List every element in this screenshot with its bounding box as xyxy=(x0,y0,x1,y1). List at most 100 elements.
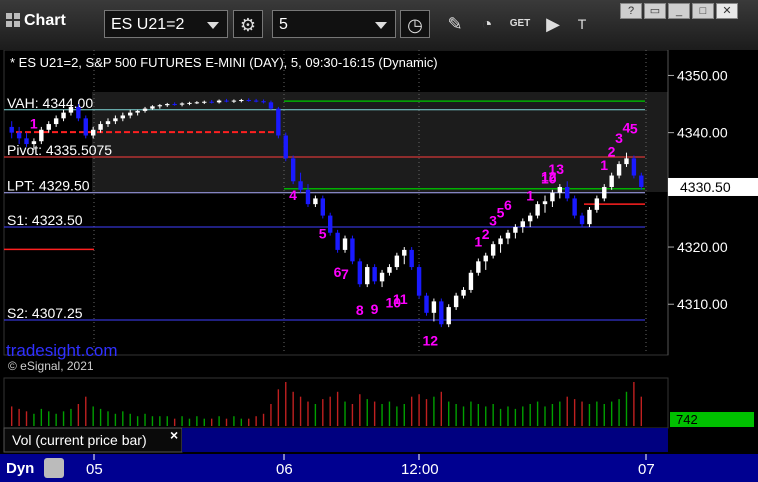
candle-body xyxy=(16,132,22,139)
count-label: 10 xyxy=(541,171,557,187)
candle-body xyxy=(105,121,111,125)
candle-body xyxy=(527,215,533,222)
interval-value: 5 xyxy=(279,16,288,33)
candle-body xyxy=(461,289,466,296)
candle-body xyxy=(202,101,207,103)
count-label: 6 xyxy=(504,197,512,213)
clock-icon[interactable]: ◷ xyxy=(400,10,430,38)
candle-body xyxy=(476,261,481,273)
candle-body xyxy=(365,267,370,285)
level-label: LPT: 4329.50 xyxy=(7,178,90,194)
candle-body xyxy=(46,124,51,130)
x-tick-label: 07 xyxy=(638,461,655,478)
candle-body xyxy=(387,267,392,273)
candle-body xyxy=(550,192,555,202)
candle-body xyxy=(253,100,259,102)
candle-body xyxy=(394,255,400,268)
candle-body xyxy=(283,135,288,159)
candle-body xyxy=(402,249,407,256)
candle-body xyxy=(90,129,96,136)
candle-body xyxy=(31,141,37,145)
candle-body xyxy=(239,100,244,102)
watermark: tradesight.com xyxy=(6,341,118,360)
candle-body xyxy=(328,215,333,233)
candle-body xyxy=(83,118,88,136)
get-icon[interactable]: GET xyxy=(505,10,535,38)
candle-body xyxy=(587,209,592,225)
candle-body xyxy=(542,201,548,205)
draw-pen-icon[interactable]: ✎ xyxy=(440,10,470,38)
price-chart[interactable]: VAH: 4344.00Pivot: 4335.5075LPT: 4329.50… xyxy=(0,50,758,482)
candle-body xyxy=(520,221,525,228)
chart-header: * ES U21=2, S&P 500 FUTURES E-MINI (DAY)… xyxy=(10,55,438,70)
candle-body xyxy=(298,181,303,190)
settings-gear-icon[interactable]: ⚙ xyxy=(233,10,263,38)
candle-body xyxy=(68,106,74,113)
value-area-shade-2 xyxy=(276,92,668,192)
chevron-down-icon[interactable] xyxy=(375,22,387,29)
interval-select[interactable]: 5 xyxy=(272,10,396,38)
vol-value: 742 xyxy=(676,412,698,427)
candle-body xyxy=(446,307,451,325)
candle-body xyxy=(135,110,140,113)
play-icon[interactable]: ▶ xyxy=(538,10,568,38)
candle-body xyxy=(498,238,503,245)
count-label: 1 xyxy=(30,115,38,131)
candle-body xyxy=(194,102,200,104)
count-label: 9 xyxy=(371,301,379,317)
candle-body xyxy=(409,249,414,268)
candle-body xyxy=(53,118,59,125)
candle-body xyxy=(565,186,570,199)
candle-body xyxy=(535,204,540,216)
candle-body xyxy=(624,158,629,165)
candle-body xyxy=(305,189,311,205)
chevron-down-icon[interactable] xyxy=(207,22,219,29)
tile-icon[interactable]: ▭ xyxy=(644,3,666,19)
candle-body xyxy=(379,272,385,282)
candle-body xyxy=(142,108,148,111)
close-panel-icon[interactable]: × xyxy=(170,427,178,443)
indicator-icon[interactable]: ◔ xyxy=(472,10,502,38)
candle-body xyxy=(483,255,488,262)
symbol-select[interactable]: ES U21=2 xyxy=(104,10,228,38)
minimize-icon[interactable]: _ xyxy=(668,3,690,19)
candle-body xyxy=(98,124,103,130)
candle-body xyxy=(357,261,363,285)
candle-body xyxy=(9,126,14,133)
candle-body xyxy=(276,108,281,136)
candle-body xyxy=(24,138,29,145)
candle-body xyxy=(120,115,126,119)
candle-body xyxy=(616,164,622,176)
candle-body xyxy=(209,101,214,103)
candle-body xyxy=(594,198,600,210)
candle-body xyxy=(513,227,518,233)
chart-window: Chart ES U21=2 ⚙ 5 ◷ ✎ ◔ GET ▶ T ? ▭ _ □… xyxy=(0,0,758,482)
candle-body xyxy=(631,158,637,176)
candle-body xyxy=(157,105,163,107)
text-tool-icon[interactable]: T xyxy=(567,10,597,38)
y-tick-label: 4310.00 xyxy=(677,296,728,312)
candle-body xyxy=(320,198,325,216)
candle-body xyxy=(61,112,66,119)
restore-icon[interactable]: ? xyxy=(620,3,642,19)
x-tick-label: 12:00 xyxy=(401,461,439,478)
toolbar: Chart ES U21=2 ⚙ 5 ◷ ✎ ◔ GET ▶ T ? ▭ _ □… xyxy=(0,0,758,51)
candle-body xyxy=(290,158,296,182)
maximize-icon[interactable]: □ xyxy=(692,3,714,19)
candle-body xyxy=(39,129,44,142)
last-price-text: 4330.50 xyxy=(680,179,731,195)
candle-body xyxy=(453,295,459,308)
level-label: S2: 4307.25 xyxy=(7,305,83,321)
lock-icon[interactable] xyxy=(44,458,64,478)
candle-body xyxy=(261,101,266,103)
candle-body xyxy=(350,238,355,262)
vol-panel-label: Vol (current price bar) xyxy=(12,432,147,448)
candle-body xyxy=(609,175,614,187)
close-icon[interactable]: ✕ xyxy=(716,3,738,19)
candle-body xyxy=(579,215,585,225)
candle-body xyxy=(557,186,563,193)
level-label: Pivot: 4335.5075 xyxy=(7,142,112,158)
candle-body xyxy=(505,232,511,239)
y-tick-label: 4340.00 xyxy=(677,125,728,141)
symbol-value: ES U21=2 xyxy=(111,16,185,33)
